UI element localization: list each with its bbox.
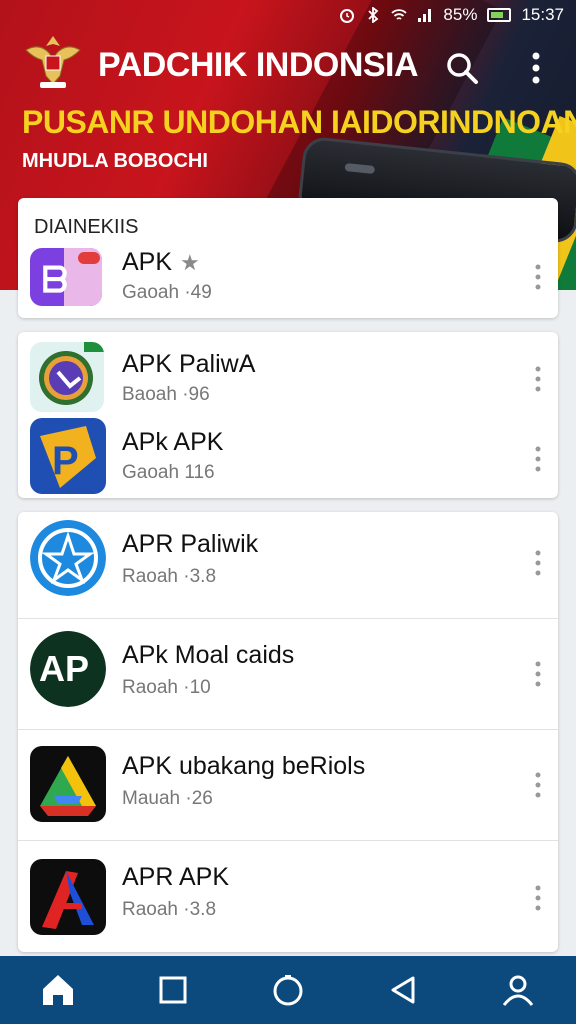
signal-icon bbox=[418, 9, 432, 22]
red-a-app-icon bbox=[30, 859, 106, 935]
circle-icon bbox=[273, 975, 303, 1006]
item-more-icon[interactable] bbox=[530, 883, 546, 913]
list-item[interactable]: P APk APK Gaoah 116 bbox=[18, 416, 558, 494]
item-more-icon[interactable] bbox=[530, 262, 546, 292]
item-more-icon[interactable] bbox=[530, 444, 546, 474]
back-triangle-icon bbox=[391, 976, 415, 1004]
list-item[interactable]: APK PaliwA Baoah ·96 bbox=[18, 338, 558, 416]
svg-text:ᗷ: ᗷ bbox=[42, 259, 68, 300]
status-bar: 85% 15:37 bbox=[339, 4, 564, 26]
alarm-icon bbox=[340, 9, 355, 23]
app-subtitle: Raoah ·3.8 bbox=[122, 899, 217, 920]
app-list-card: APK PaliwA Baoah ·96 P APk APK Gaoah 116 bbox=[18, 332, 558, 498]
nav-home[interactable] bbox=[28, 960, 88, 1020]
app-name: APk Moal caids bbox=[122, 641, 295, 669]
nav-back[interactable] bbox=[373, 960, 433, 1020]
app-name: APR APK bbox=[122, 863, 229, 891]
nav-circle[interactable] bbox=[258, 960, 318, 1020]
item-more-icon[interactable] bbox=[530, 364, 546, 394]
app-subtitle: Gaoah ·49 bbox=[122, 282, 212, 303]
list-item[interactable]: APK ubakang beRiols Mauah ·26 bbox=[18, 730, 558, 840]
banner-subheadline: MHUDLA BOBOCHI bbox=[22, 150, 208, 172]
list-item[interactable]: AP APk Moal caids Raoah ·10 bbox=[18, 619, 558, 729]
app-title: PADCHIK INDONSIA bbox=[98, 46, 419, 84]
battery-percent: 85% bbox=[443, 5, 478, 24]
yellow-p-app-icon: P bbox=[30, 418, 106, 494]
more-vert-icon[interactable] bbox=[524, 50, 548, 86]
app-name: APK bbox=[122, 248, 173, 276]
app-name: APR Paliwik bbox=[122, 530, 259, 558]
app-subtitle: Raoah ·10 bbox=[122, 677, 211, 698]
app-subtitle: Raoah ·3.8 bbox=[122, 566, 217, 587]
nav-profile[interactable] bbox=[488, 960, 548, 1020]
list-item[interactable]: APR Paliwik Raoah ·3.8 bbox=[18, 512, 558, 618]
app-name: APk APK bbox=[122, 428, 224, 456]
app-list-card: APR Paliwik Raoah ·3.8 AP APk Moal caids… bbox=[18, 512, 558, 952]
app-name: APK PaliwA bbox=[122, 350, 256, 378]
item-more-icon[interactable] bbox=[530, 548, 546, 578]
svg-text:AP: AP bbox=[39, 648, 89, 689]
svg-text:P: P bbox=[52, 439, 79, 483]
featured-card: DIAINEKIIS ᗷ APK ★ Gaoah ·49 bbox=[18, 198, 558, 318]
profile-icon bbox=[503, 975, 534, 1006]
bluetooth-icon bbox=[368, 7, 379, 23]
battery-icon bbox=[487, 8, 512, 22]
item-more-icon[interactable] bbox=[530, 659, 546, 689]
app-subtitle: Baoah ·96 bbox=[122, 384, 210, 405]
app-subtitle: Gaoah 116 bbox=[122, 462, 215, 483]
green-circle-app-icon bbox=[30, 342, 104, 412]
item-more-icon[interactable] bbox=[530, 770, 546, 800]
wifi-icon bbox=[391, 9, 408, 20]
ap-logo-app-icon: AP bbox=[30, 631, 106, 707]
list-item[interactable]: ᗷ APK ★ Gaoah ·49 bbox=[18, 238, 558, 314]
nav-recents[interactable] bbox=[143, 960, 203, 1020]
clock: 15:37 bbox=[521, 5, 564, 24]
home-icon bbox=[42, 975, 73, 1005]
list-item[interactable]: APR APK Raoah ·3.8 bbox=[18, 841, 558, 951]
search-icon[interactable] bbox=[444, 50, 480, 86]
app-subtitle: Mauah ·26 bbox=[122, 788, 213, 809]
garuda-emblem-icon bbox=[25, 36, 81, 88]
bottom-navigation bbox=[0, 956, 576, 1024]
banner-headline: PUSANR UNDOHAN IAIDORINDNOAN bbox=[22, 104, 576, 140]
blue-star-app-icon bbox=[30, 520, 106, 596]
drive-triangle-app-icon bbox=[30, 746, 106, 822]
purple-b-app-icon: ᗷ bbox=[30, 248, 102, 306]
app-name: APK ubakang beRiols bbox=[122, 752, 366, 780]
recents-square-icon bbox=[159, 976, 187, 1004]
star-icon: ★ bbox=[180, 250, 200, 275]
section-heading: DIAINEKIIS bbox=[34, 216, 139, 238]
